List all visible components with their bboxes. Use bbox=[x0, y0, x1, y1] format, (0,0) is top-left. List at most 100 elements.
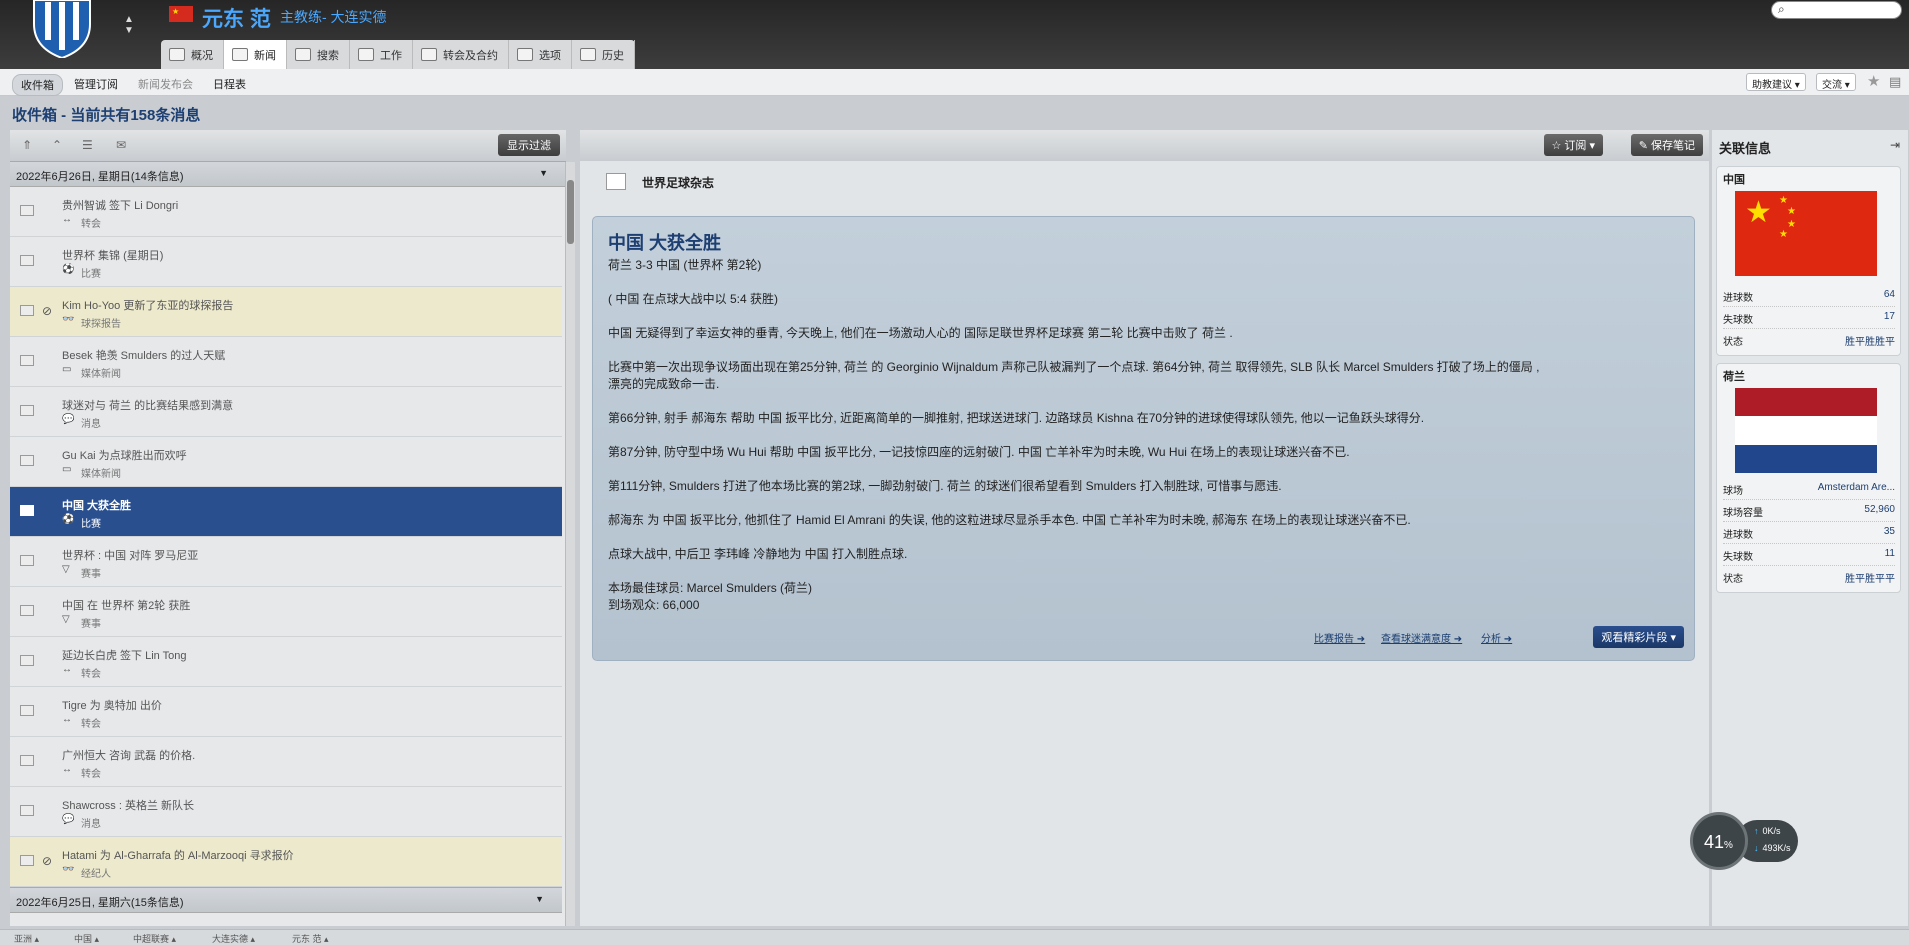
tab-label: 工作 bbox=[380, 49, 402, 62]
message-row[interactable]: 中国 大获全胜 ⚽ 比赛 bbox=[10, 487, 562, 537]
message-row[interactable]: 广州恒大 咨询 武磊 的价格. ↔ 转会 bbox=[10, 737, 562, 787]
message-row[interactable]: ⊘ Hatami 为 Al-Gharrafa 的 Al-Marzooqi 寻求报价… bbox=[10, 837, 562, 887]
subnav-subscriptions[interactable]: 管理订阅 bbox=[66, 74, 126, 94]
mail-icon[interactable]: ✉ bbox=[116, 138, 130, 152]
subnav-calendar[interactable]: 日程表 bbox=[205, 74, 254, 94]
score-line[interactable]: 荷兰 3-3 中国 (世界杯 第2轮) bbox=[608, 257, 761, 274]
list-view-icon[interactable]: ☰ bbox=[82, 138, 96, 152]
star-icon[interactable]: ★ bbox=[1867, 72, 1880, 90]
cpu-usage-gauge: 41% bbox=[1690, 812, 1748, 870]
link-label: 比赛报告 bbox=[1314, 634, 1354, 645]
subscribe-button[interactable]: ☆ 订阅 ▾ bbox=[1543, 134, 1603, 156]
watch-highlights-button[interactable]: 观看精彩片段 ▾ bbox=[1593, 626, 1684, 648]
gear-icon bbox=[517, 48, 533, 61]
stat-capacity: 球场容量 52,960 bbox=[1723, 504, 1895, 522]
crumb-manager[interactable]: 元东 范 ▴ bbox=[292, 932, 329, 945]
assistant-advice-dropdown[interactable]: 助教建议 ▾ bbox=[1746, 73, 1806, 91]
crumb-club[interactable]: 大连实德 ▴ bbox=[212, 932, 255, 945]
tab-options[interactable]: 选项 bbox=[509, 40, 572, 69]
message-row[interactable]: Tigre 为 奥特加 出价 ↔ 转会 bbox=[10, 687, 562, 737]
message-row[interactable]: 世界杯 : 中国 对阵 罗马尼亚 ▽ 赛事 bbox=[10, 537, 562, 587]
tab-news[interactable]: 新闻 bbox=[224, 40, 287, 69]
envelope-icon bbox=[20, 605, 34, 616]
message-row[interactable]: 贵州智诚 签下 Li Dongri ↔ 转会 bbox=[10, 187, 562, 237]
date-group-header-2[interactable]: 2022年6月25日, 星期六(15条信息) ▼ bbox=[10, 887, 562, 913]
tab-label: 搜索 bbox=[317, 49, 339, 62]
collapse-arrow-icon[interactable]: ▼ bbox=[535, 894, 544, 904]
notes-icon[interactable]: ▤ bbox=[1889, 74, 1901, 90]
envelope-icon bbox=[20, 705, 34, 716]
stat-goals-against: 失球数 11 bbox=[1723, 548, 1895, 566]
message-row[interactable]: Gu Kai 为点球胜出而欢呼 ▭ 媒体新闻 bbox=[10, 437, 562, 487]
stat-value: Amsterdam Are... bbox=[1817, 482, 1895, 493]
bottom-breadcrumb-bar: 亚洲 ▴ 中国 ▴ 中超联赛 ▴ 大连实德 ▴ 元东 范 ▴ bbox=[0, 929, 1909, 945]
show-filter-button[interactable]: 显示过滤 bbox=[498, 134, 560, 156]
tab-label: 选项 bbox=[539, 49, 561, 62]
news-source[interactable]: 世界足球杂志 bbox=[642, 174, 714, 191]
network-speed-widget[interactable]: ↑ 0K/s ↓ 493K/s 41% bbox=[1690, 812, 1812, 870]
message-category: 赛事 bbox=[81, 569, 101, 580]
stat-form: 状态 胜平胜胜平 bbox=[1723, 333, 1895, 351]
scrollbar-thumb[interactable] bbox=[567, 180, 574, 244]
match-report-link[interactable]: 比赛报告 ➜ bbox=[1314, 630, 1365, 645]
move-top-icon[interactable]: ⇑ bbox=[22, 138, 36, 152]
category-icon: ↔ bbox=[62, 714, 72, 725]
message-row[interactable]: Besek 艳羡 Smulders 的过人天赋 ▭ 媒体新闻 bbox=[10, 337, 562, 387]
crumb-china[interactable]: 中国 ▴ bbox=[74, 932, 99, 945]
fan-satisfaction-link[interactable]: 查看球迷满意度 ➜ bbox=[1381, 630, 1462, 645]
tab-transfers[interactable]: 转会及合约 bbox=[413, 40, 509, 69]
club-switch-arrows[interactable]: ▲ ▼ bbox=[124, 14, 134, 36]
club-badge-icon[interactable] bbox=[28, 0, 96, 58]
manager-role[interactable]: 主教练- 大连实德 bbox=[280, 7, 387, 27]
stat-stadium[interactable]: 球场 Amsterdam Are... bbox=[1723, 482, 1895, 500]
analysis-link[interactable]: 分析 ➜ bbox=[1481, 630, 1512, 645]
message-row[interactable]: Shawcross : 英格兰 新队长 💬 消息 bbox=[10, 787, 562, 837]
date-group-header[interactable]: 2022年6月26日, 星期日(14条信息) ▼ bbox=[10, 161, 566, 187]
message-category: 消息 bbox=[81, 819, 101, 830]
message-title: 球迷对与 荷兰 的比赛结果感到满意 bbox=[62, 400, 234, 412]
main-tabs: 概况 新闻 搜索 工作 转会及合约 选项 历史 bbox=[161, 40, 635, 69]
stat-label: 失球数 bbox=[1723, 315, 1753, 326]
search-input[interactable]: ⌕ bbox=[1771, 1, 1902, 19]
message-list-scrollbar[interactable] bbox=[565, 162, 575, 926]
tab-history[interactable]: 历史 bbox=[572, 40, 635, 69]
message-row[interactable]: ⊘ Kim Ho-Yoo 更新了东亚的球探报告 👓 球探报告 bbox=[10, 287, 562, 337]
exit-panel-icon[interactable]: ⇥ bbox=[1890, 138, 1900, 152]
message-row[interactable]: 中国 在 世界杯 第2轮 获胜 ▽ 赛事 bbox=[10, 587, 562, 637]
message-category: 媒体新闻 bbox=[81, 369, 121, 380]
subnav-inbox[interactable]: 收件箱 bbox=[12, 74, 63, 96]
manager-name[interactable]: 元东 范 bbox=[202, 3, 271, 33]
tab-overview[interactable]: 概况 bbox=[161, 40, 224, 69]
team-name[interactable]: 荷兰 bbox=[1723, 368, 1745, 384]
message-title: Besek 艳羡 Smulders 的过人天赋 bbox=[62, 350, 226, 362]
message-row[interactable]: 世界杯 集锦 (星期日) ⚽ 比赛 bbox=[10, 237, 562, 287]
article-paragraph: 漂亮的完成致命一击. bbox=[608, 377, 720, 391]
crumb-csl[interactable]: 中超联赛 ▴ bbox=[133, 932, 176, 945]
team-name[interactable]: 中国 bbox=[1723, 171, 1745, 187]
attachment-icon: ⊘ bbox=[42, 854, 53, 868]
social-dropdown[interactable]: 交流 ▾ bbox=[1816, 73, 1856, 91]
message-category: 转会 bbox=[81, 719, 101, 730]
message-list: 贵州智诚 签下 Li Dongri ↔ 转会 世界杯 集锦 (星期日) ⚽ 比赛 ⊘ Kim … bbox=[10, 187, 562, 887]
tab-label: 历史 bbox=[602, 49, 624, 62]
envelope-icon bbox=[20, 355, 34, 366]
crumb-label: 元东 范 bbox=[292, 934, 322, 944]
save-note-button[interactable]: ✎ 保存笔记 bbox=[1630, 134, 1703, 156]
tab-job[interactable]: 工作 bbox=[350, 40, 413, 69]
attendance: 到场观众: 66,000 bbox=[608, 598, 700, 612]
message-title: 世界杯 集锦 (星期日) bbox=[62, 250, 164, 262]
message-row[interactable]: 球迷对与 荷兰 的比赛结果感到满意 💬 消息 bbox=[10, 387, 562, 437]
article-card: 中国 大获全胜 荷兰 3-3 中国 (世界杯 第2轮) ( 中国 在点球大战中以… bbox=[592, 216, 1695, 661]
collapse-arrow-icon[interactable]: ▼ bbox=[539, 168, 548, 178]
category-icon: 👓 bbox=[62, 864, 75, 875]
message-category: 媒体新闻 bbox=[81, 469, 121, 480]
document-icon bbox=[421, 48, 437, 61]
dropdown-label: 助教建议 bbox=[1752, 80, 1792, 91]
envelope-icon bbox=[20, 305, 34, 316]
crumb-asia[interactable]: 亚洲 ▴ bbox=[14, 932, 39, 945]
subnav-press-conference[interactable]: 新闻发布会 bbox=[130, 74, 201, 94]
tab-search[interactable]: 搜索 bbox=[287, 40, 350, 69]
message-row[interactable]: 延边长白虎 签下 Lin Tong ↔ 转会 bbox=[10, 637, 562, 687]
article-paragraph: 点球大战中, 中后卫 李玮峰 冷静地为 中国 打入制胜点球. bbox=[608, 547, 908, 561]
move-up-icon[interactable]: ⌃ bbox=[52, 138, 66, 152]
